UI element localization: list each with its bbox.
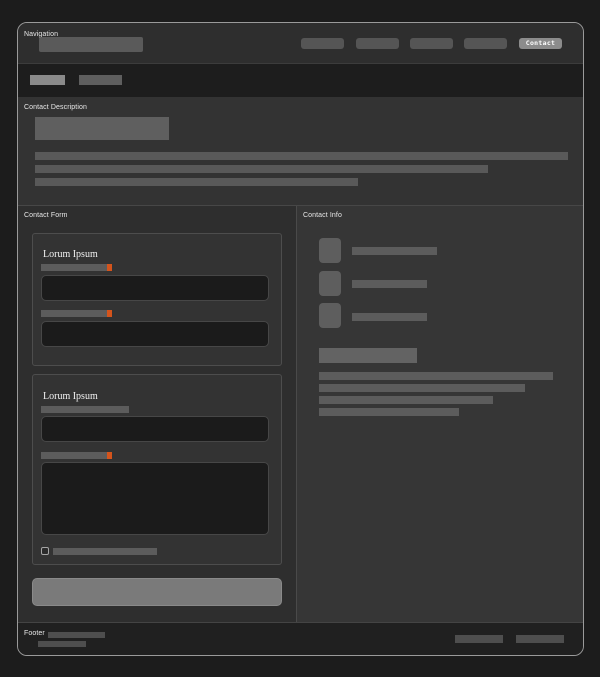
page-frame: Navigation Contact Contact Description C… — [17, 22, 584, 656]
contact-form-section: Contact Form Lorum Ipsum Lorum Ipsum — [18, 206, 297, 622]
input-field-3[interactable] — [41, 416, 269, 442]
message-textarea[interactable] — [41, 462, 269, 535]
field-label-3 — [41, 406, 129, 413]
info-line-2 — [352, 280, 427, 288]
breadcrumb-item-2[interactable] — [79, 75, 122, 85]
site-logo[interactable] — [39, 37, 143, 52]
field-label-4 — [41, 452, 107, 459]
info-subheading — [319, 348, 417, 363]
section-label-form: Contact Form — [24, 212, 68, 219]
required-marker-icon — [107, 310, 112, 317]
footer-text-2 — [38, 641, 86, 647]
nav-link-2[interactable] — [356, 38, 399, 49]
info-text-line-3 — [319, 396, 493, 404]
submit-button[interactable] — [32, 578, 282, 606]
consent-checkbox[interactable] — [41, 547, 49, 555]
field-label-1 — [41, 264, 107, 271]
description-line-3 — [35, 178, 358, 186]
footer-text-1 — [48, 632, 105, 638]
breadcrumb-item-1[interactable] — [30, 75, 65, 85]
contact-description: Contact Description — [18, 97, 583, 206]
section-label-footer: Footer — [24, 630, 45, 637]
form-card-1: Lorum Ipsum — [32, 233, 282, 366]
required-marker-icon — [107, 452, 112, 459]
info-text-line-1 — [319, 372, 553, 380]
navigation-bar: Navigation Contact — [18, 23, 583, 64]
section-label-description: Contact Description — [24, 104, 87, 111]
form-card-2: Lorum Ipsum — [32, 374, 282, 565]
description-line-1 — [35, 152, 568, 160]
nav-link-4[interactable] — [464, 38, 507, 49]
footer-link-1[interactable] — [455, 635, 503, 643]
nav-link-3[interactable] — [410, 38, 453, 49]
info-text-line-2 — [319, 384, 525, 392]
form-card-2-title: Lorum Ipsum — [43, 391, 98, 402]
field-label-2 — [41, 310, 107, 317]
info-line-1 — [352, 247, 437, 255]
email-icon — [319, 271, 341, 296]
info-line-3 — [352, 313, 427, 321]
nav-link-contact[interactable]: Contact — [519, 38, 562, 49]
breadcrumb — [18, 64, 583, 97]
required-marker-icon — [107, 264, 112, 271]
section-label-info: Contact Info — [303, 212, 342, 219]
footer-link-2[interactable] — [516, 635, 564, 643]
location-icon — [319, 303, 341, 328]
info-text-line-4 — [319, 408, 459, 416]
nav-link-1[interactable] — [301, 38, 344, 49]
description-line-2 — [35, 165, 488, 173]
input-field-2[interactable] — [41, 321, 269, 347]
description-heading — [35, 117, 169, 140]
input-field-1[interactable] — [41, 275, 269, 301]
footer: Footer — [18, 622, 583, 655]
phone-icon — [319, 238, 341, 263]
form-card-1-title: Lorum Ipsum — [43, 249, 98, 260]
contact-info-section: Contact Info — [297, 206, 583, 622]
consent-label — [53, 548, 157, 555]
